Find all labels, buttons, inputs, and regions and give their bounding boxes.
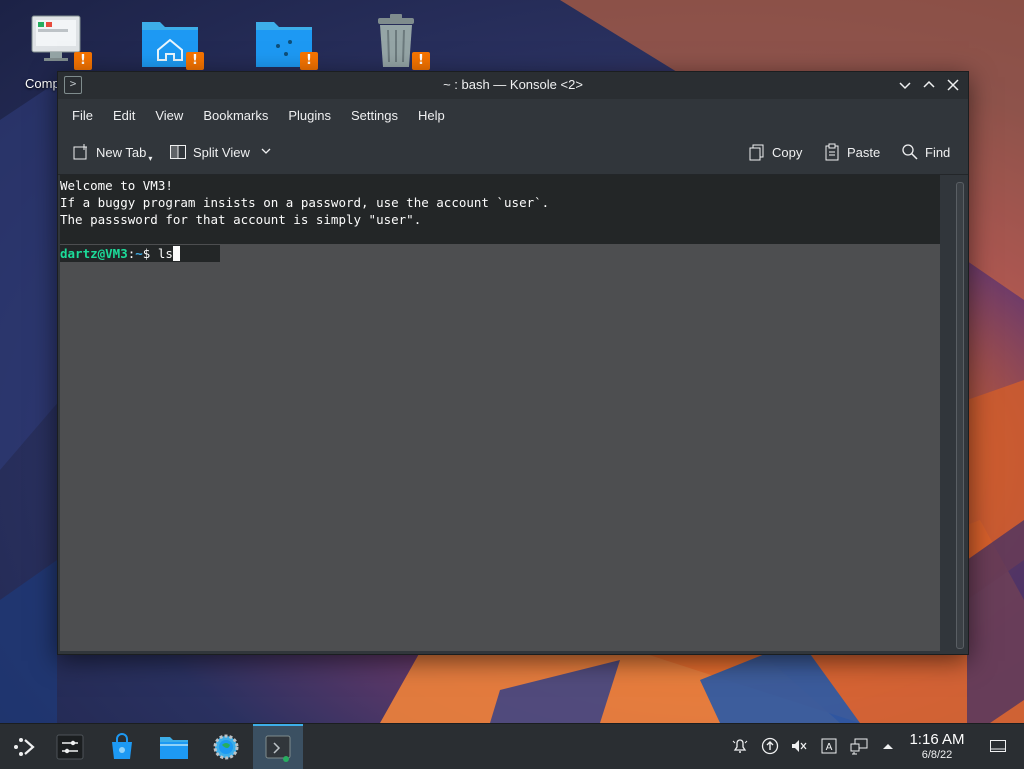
prompt-user: dartz@VM3: [60, 246, 128, 261]
terminal-line: Welcome to VM3!: [60, 178, 173, 193]
text-cursor: [172, 246, 180, 261]
terminal-scrollbar[interactable]: [956, 182, 964, 649]
menu-plugins[interactable]: Plugins: [278, 108, 341, 123]
window-title: ~ : bash — Konsole <2>: [443, 77, 583, 92]
copy-icon: [748, 143, 766, 161]
new-tab-label: New Tab: [96, 144, 147, 160]
desktop-icon-home[interactable]: !: [138, 12, 208, 72]
copy-label: Copy: [772, 144, 803, 160]
terminal-line: The passsword for that account is simply…: [60, 212, 422, 227]
toolbar: New Tab ▾ Split View Copy Paste Find: [58, 131, 968, 175]
chevron-down-icon: ▾: [148, 153, 153, 163]
notifications-icon[interactable]: [731, 737, 749, 755]
menu-help[interactable]: Help: [408, 108, 455, 123]
new-tab-button[interactable]: New Tab ▾: [72, 141, 152, 163]
terminal-command: ls: [157, 246, 173, 261]
find-label: Find: [925, 144, 951, 160]
application-launcher-icon: [14, 737, 35, 756]
taskbar-konsole[interactable]: [253, 724, 303, 769]
menu-settings[interactable]: Settings: [341, 108, 408, 123]
sliders-icon: [56, 734, 84, 759]
store-bag-icon: [112, 732, 132, 759]
taskbar: A 1:16 AM 6/8/22: [0, 723, 1024, 769]
taskbar-system-settings[interactable]: [202, 724, 250, 769]
terminal-line: If a buggy program insists on a password…: [60, 195, 550, 210]
updates-icon[interactable]: [761, 737, 779, 755]
menu-edit[interactable]: Edit: [103, 108, 145, 123]
maximize-icon[interactable]: [920, 76, 938, 94]
search-icon: [901, 143, 919, 161]
warning-badge: !: [412, 52, 430, 70]
terminal-area[interactable]: Welcome to VM3! If a buggy program insis…: [60, 175, 940, 651]
find-button[interactable]: Find: [901, 141, 950, 163]
volume-muted-icon[interactable]: [790, 737, 808, 755]
konsole-window: > ~ : bash — Konsole <2> File Edit View …: [57, 71, 969, 655]
gear-icon: [213, 734, 239, 759]
title-bar[interactable]: > ~ : bash — Konsole <2>: [58, 72, 968, 99]
taskbar-settings-sliders[interactable]: [46, 724, 94, 769]
paste-icon: [823, 143, 841, 161]
terminal-icon: [265, 735, 291, 762]
taskbar-discover[interactable]: [98, 724, 146, 769]
split-view-icon: [169, 143, 187, 161]
clock-time: 1:16 AM: [909, 731, 965, 748]
input-method-icon[interactable]: A: [820, 737, 838, 755]
prompt-path: ~: [135, 246, 143, 261]
split-view-button[interactable]: Split View: [169, 141, 272, 163]
desktop-icon-label: Comp: [25, 76, 60, 91]
minimize-icon[interactable]: [896, 76, 914, 94]
application-launcher-button[interactable]: [0, 724, 48, 769]
taskbar-file-manager[interactable]: [150, 724, 198, 769]
menu-bar: File Edit View Bookmarks Plugins Setting…: [58, 99, 968, 131]
folder-icon: [160, 736, 188, 759]
prompt-symbol: $: [142, 246, 158, 261]
digital-clock[interactable]: 1:16 AM 6/8/22: [900, 731, 974, 762]
desktop-icon-trash[interactable]: !: [364, 12, 434, 72]
warning-badge: !: [74, 52, 92, 70]
menu-file[interactable]: File: [62, 108, 103, 123]
chevron-down-icon[interactable]: [260, 145, 272, 160]
menu-bookmarks[interactable]: Bookmarks: [193, 108, 278, 123]
show-desktop-icon[interactable]: [989, 737, 1007, 755]
show-hidden-icon[interactable]: [879, 737, 897, 755]
warning-badge: !: [186, 52, 204, 70]
svg-text:A: A: [826, 742, 833, 753]
split-view-label: Split View: [193, 144, 250, 160]
desktop-icon-network[interactable]: !: [252, 12, 322, 72]
terminal-prompt-line: dartz@VM3:~$ ls: [60, 245, 220, 262]
paste-button[interactable]: Paste: [823, 141, 880, 163]
menu-view[interactable]: View: [145, 108, 193, 123]
new-tab-icon: [72, 143, 90, 161]
close-icon[interactable]: [944, 76, 962, 94]
desktop-icon-computer[interactable]: !: [26, 12, 96, 72]
warning-badge: !: [300, 52, 318, 70]
copy-button[interactable]: Copy: [748, 141, 802, 163]
clock-date: 6/8/22: [921, 749, 953, 761]
network-icon[interactable]: [850, 737, 868, 755]
terminal-selection-highlight: [60, 244, 940, 651]
paste-label: Paste: [847, 144, 881, 160]
